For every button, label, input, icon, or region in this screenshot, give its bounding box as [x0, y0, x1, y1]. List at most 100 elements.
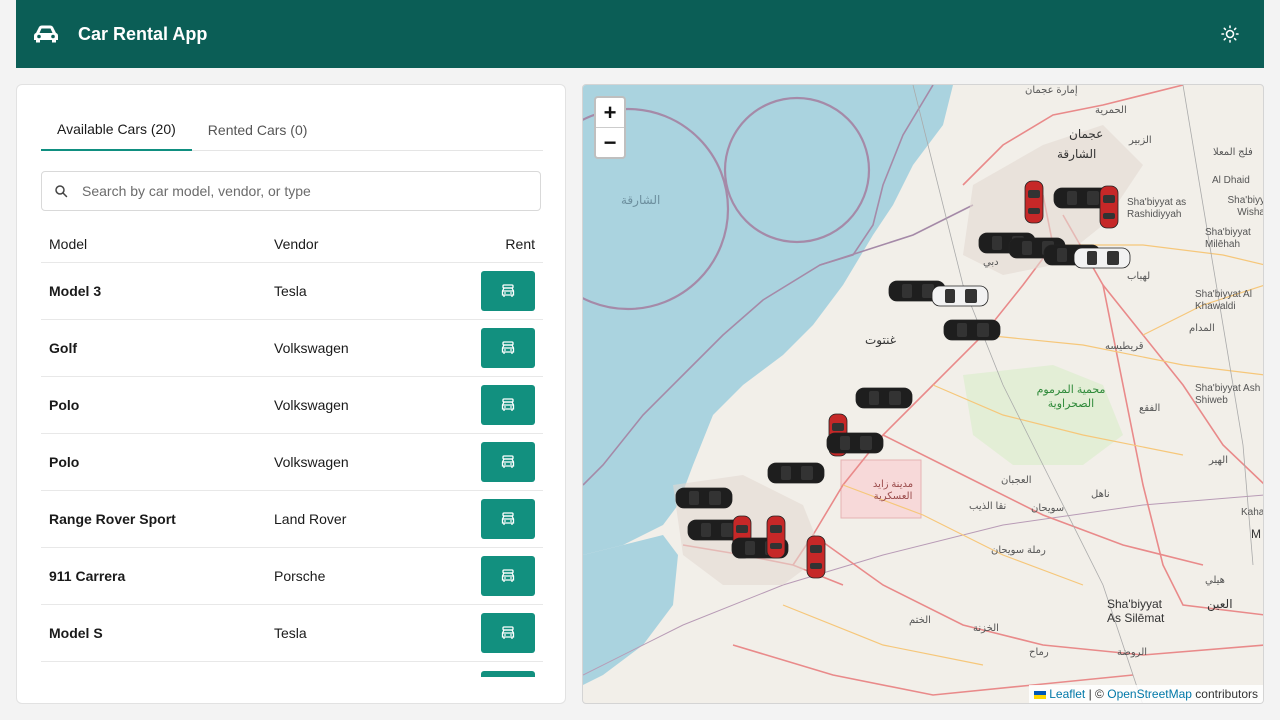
app-title: Car Rental App [78, 23, 208, 44]
map-label: عجمان [1069, 127, 1104, 141]
map-label: Sha'biyy Wisha [1227, 195, 1264, 218]
table-row-partial [41, 662, 543, 677]
map-label: الشارقة [1057, 147, 1097, 161]
rent-button[interactable] [481, 499, 535, 539]
map-label: قريطيسه [1105, 341, 1144, 352]
table-row: Model S Tesla [41, 605, 543, 662]
car-marker-icon[interactable] [931, 283, 989, 314]
rent-button[interactable] [481, 556, 535, 596]
car-icon [32, 24, 60, 44]
column-header-rent: Rent [505, 235, 535, 252]
table-row: Range Rover Sport Land Rover [41, 491, 543, 548]
map-label: Sha'biyyat Al Khawaldi [1195, 289, 1252, 312]
map-label: المدام [1189, 323, 1215, 334]
map-label: هيلي [1205, 575, 1225, 586]
tab-available-cars[interactable]: Available Cars (20) [41, 109, 192, 151]
cars-panel: Available Cars (20) Rented Cars (0) Mode… [16, 84, 566, 704]
car-model: Range Rover Sport [49, 511, 176, 527]
map-label: رماح [1029, 647, 1049, 658]
car-marker-icon[interactable] [765, 515, 787, 564]
map-label: Sha'biyyat as Rashidiyyah [1127, 197, 1187, 220]
car-vendor: Volkswagen [274, 454, 349, 470]
column-header-model: Model [49, 235, 88, 252]
search-input[interactable] [82, 183, 502, 199]
map-label: سويحان [1031, 503, 1065, 514]
rent-button[interactable] [481, 385, 535, 425]
car-vendor: Tesla [274, 625, 307, 641]
map-label: فلج المعلا [1213, 147, 1253, 158]
map-label: نقا الذيب [969, 501, 1007, 512]
table-header: Model Vendor Rent [41, 225, 543, 263]
car-rent-icon [501, 569, 515, 582]
search-icon [54, 184, 68, 198]
ukraine-flag-icon [1033, 690, 1046, 699]
car-rent-icon [501, 512, 515, 525]
map-label: غنتوت [865, 333, 897, 347]
car-model: Model S [49, 625, 103, 641]
tab-rented-cars[interactable]: Rented Cars (0) [192, 109, 324, 151]
table-row: 911 Carrera Porsche [41, 548, 543, 605]
map-label: ناهل [1091, 489, 1110, 500]
car-model: Model 3 [49, 283, 102, 299]
car-marker-icon[interactable] [675, 485, 733, 516]
car-marker-icon[interactable] [1098, 185, 1120, 234]
map-label: رملة سويحان [991, 545, 1046, 556]
map-label: مدينة زايد العسكرية [872, 479, 914, 502]
car-marker-icon[interactable] [767, 460, 825, 491]
column-header-vendor: Vendor [274, 235, 319, 252]
car-model: Polo [49, 397, 80, 413]
theme-toggle-button[interactable] [1216, 20, 1244, 48]
car-rent-icon [501, 398, 515, 411]
zoom-out-button[interactable]: − [596, 128, 624, 158]
rent-button[interactable] [481, 613, 535, 653]
map-label: العجبان [1001, 475, 1032, 486]
car-model: 911 Carrera [49, 568, 126, 584]
table-row: Polo Volkswagen [41, 434, 543, 491]
car-rent-icon [501, 341, 515, 354]
tab-bar: Available Cars (20) Rented Cars (0) [41, 109, 543, 151]
map-label: الفقع [1139, 403, 1161, 414]
car-vendor: Land Rover [274, 511, 347, 527]
car-marker-icon[interactable] [1023, 180, 1045, 229]
car-marker-icon[interactable] [805, 535, 827, 584]
map-label: العين [1207, 597, 1233, 611]
car-marker-icon[interactable] [826, 430, 884, 461]
map-label: M [1251, 527, 1261, 541]
car-model: Polo [49, 454, 80, 470]
map-view[interactable]: إمارة عجمان الحمرية عجمان الشارقة الزبير… [582, 84, 1264, 704]
map-label: Kaha [1241, 507, 1264, 518]
car-rent-icon [501, 626, 515, 639]
rent-button[interactable] [481, 670, 535, 677]
map-label: إمارة عجمان [1025, 85, 1078, 96]
map-label: الزبير [1129, 135, 1152, 146]
map-label: محمية المرموم الصحراوية [1036, 384, 1106, 410]
map-label: الشارقة [621, 193, 661, 207]
car-vendor: Volkswagen [274, 340, 349, 356]
app-header: Car Rental App [16, 0, 1264, 68]
car-vendor: Porsche [274, 568, 326, 584]
car-model: Golf [49, 340, 77, 356]
zoom-in-button[interactable]: + [596, 98, 624, 128]
car-marker-icon[interactable] [943, 317, 1001, 348]
table-row: Golf Volkswagen [41, 320, 543, 377]
table-row: Model 3 Tesla [41, 263, 543, 320]
table-row: Polo Volkswagen [41, 377, 543, 434]
car-rent-icon [501, 455, 515, 468]
car-marker-icon[interactable] [1073, 245, 1131, 276]
car-marker-icon[interactable] [855, 385, 913, 416]
map-attribution: Leaflet | © OpenStreetMap contributors [1028, 685, 1263, 703]
rent-button[interactable] [481, 271, 535, 311]
map-label: Sha'biyyat Milēhah [1205, 227, 1251, 250]
car-vendor: Volkswagen [274, 397, 349, 413]
map-label: الروضة [1117, 647, 1148, 658]
rent-button[interactable] [481, 328, 535, 368]
rent-button[interactable] [481, 442, 535, 482]
map-label: Al Dhaid [1212, 175, 1250, 186]
leaflet-link[interactable]: Leaflet [1049, 687, 1085, 701]
zoom-control: + − [594, 96, 626, 159]
map-label: الخزنة [973, 623, 999, 634]
car-rent-icon [501, 284, 515, 297]
osm-link[interactable]: OpenStreetMap [1107, 687, 1192, 701]
map-label: الهير [1209, 455, 1228, 466]
search-box [41, 171, 541, 211]
